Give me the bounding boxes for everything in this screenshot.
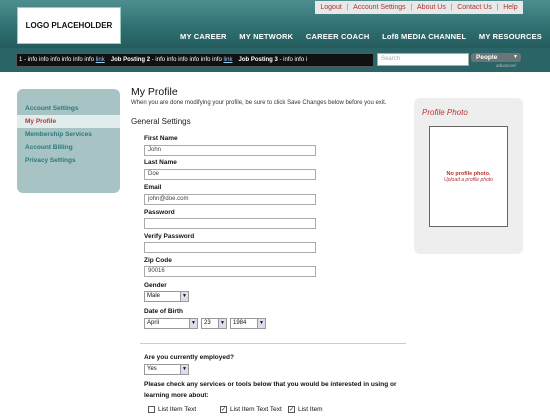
dob-day-select[interactable]: 23 ▼ bbox=[201, 318, 227, 329]
nav-my-network[interactable]: MY NETWORK bbox=[239, 32, 293, 41]
service-checkbox-3[interactable]: ✓ bbox=[288, 406, 295, 413]
ticker-item-3: Job Posting 3 - info info i bbox=[238, 57, 307, 63]
sidebar-item-my-profile[interactable]: My Profile bbox=[17, 115, 120, 128]
chevron-down-icon: ▼ bbox=[189, 319, 197, 328]
service-checkbox-1[interactable] bbox=[148, 406, 155, 413]
dob-month-value: April bbox=[147, 320, 160, 326]
main-content: My Profile When you are done modifying y… bbox=[131, 86, 407, 126]
first-name-label: First Name bbox=[144, 135, 178, 142]
profile-photo-title: Profile Photo bbox=[422, 108, 468, 117]
profile-photo-panel: Profile Photo No profile photo. Upload a… bbox=[414, 98, 523, 254]
ticker-text: - info info i bbox=[279, 57, 308, 63]
profile-photo-placeholder[interactable]: No profile photo. Upload a profile photo bbox=[429, 126, 508, 227]
dob-year-value: 1984 bbox=[233, 320, 247, 326]
separator: | bbox=[450, 4, 453, 11]
employed-select[interactable]: Yes ▼ bbox=[144, 364, 189, 375]
last-name-label: Last Name bbox=[144, 159, 177, 166]
nav-my-career[interactable]: MY CAREER bbox=[180, 32, 227, 41]
nav-media-channel[interactable]: Lof8 MEDIA CHANNEL bbox=[382, 32, 466, 41]
about-us-link[interactable]: About Us bbox=[417, 4, 446, 11]
ticker-text: - info info info info info info bbox=[151, 57, 222, 63]
page-title: My Profile bbox=[131, 86, 178, 98]
ticker-title: Job Posting 2 bbox=[110, 57, 151, 63]
upload-photo-link[interactable]: Upload a profile photo bbox=[444, 177, 493, 183]
sidebar-item-account-settings[interactable]: Account Settings bbox=[17, 102, 120, 115]
dob-year-select[interactable]: 1984 ▼ bbox=[230, 318, 266, 329]
gender-label: Gender bbox=[144, 282, 167, 289]
employment-question: Are you currently employed? bbox=[144, 354, 234, 361]
verify-password-field[interactable] bbox=[144, 242, 316, 253]
header: LOGO PLACEHOLDER Logout | Account Settin… bbox=[0, 0, 550, 48]
sidebar: Account Settings My Profile Membership S… bbox=[17, 89, 120, 193]
service-checkbox-3-label: List Item bbox=[298, 406, 323, 413]
ticker-item-1: 1 - info info info info info info link bbox=[19, 57, 105, 63]
search-scope-label: People bbox=[476, 54, 498, 61]
sidebar-item-membership-services[interactable]: Membership Services bbox=[17, 128, 120, 141]
search-scope-select[interactable]: People ▼ bbox=[471, 53, 521, 62]
email-field[interactable]: john@doe.com bbox=[144, 194, 316, 205]
service-checkbox-2-label: List Item Text Text bbox=[230, 406, 282, 413]
ticker-link[interactable]: link bbox=[223, 57, 232, 63]
nav-my-resources[interactable]: MY RESOURCES bbox=[479, 32, 542, 41]
dob-month-select[interactable]: April ▼ bbox=[144, 318, 198, 329]
account-settings-link[interactable]: Account Settings bbox=[353, 4, 406, 11]
logo[interactable]: LOGO PLACEHOLDER bbox=[17, 7, 121, 44]
employed-value: Yes bbox=[147, 366, 157, 372]
page-intro: When you are done modifying your profile… bbox=[131, 100, 387, 106]
first-name-field[interactable]: John bbox=[144, 145, 316, 156]
separator: | bbox=[496, 4, 499, 11]
email-label: Email bbox=[144, 184, 162, 191]
sidebar-item-privacy-settings[interactable]: Privacy Settings bbox=[17, 154, 120, 167]
divider bbox=[140, 343, 406, 344]
separator: | bbox=[410, 4, 413, 11]
dob-day-value: 23 bbox=[204, 320, 211, 326]
verify-password-label: Verify Password bbox=[144, 233, 195, 240]
gender-select[interactable]: Male ▼ bbox=[144, 291, 189, 302]
search-input[interactable]: Search bbox=[377, 53, 469, 66]
nav-career-coach[interactable]: CAREER COACH bbox=[306, 32, 370, 41]
zip-code-label: Zip Code bbox=[144, 257, 172, 264]
gender-value: Male bbox=[147, 293, 161, 299]
ticker-text: 1 - info info info info info info bbox=[19, 57, 95, 63]
advanced-search-link[interactable]: advanced bbox=[496, 63, 516, 68]
sidebar-item-account-billing[interactable]: Account Billing bbox=[17, 141, 120, 154]
logout-link[interactable]: Logout bbox=[320, 4, 341, 11]
chevron-down-icon: ▼ bbox=[180, 365, 188, 374]
top-links: Logout | Account Settings | About Us | C… bbox=[315, 1, 523, 14]
ticker-item-2: Job Posting 2 - info info info info info… bbox=[111, 57, 233, 63]
services-question-cont: learning more about: bbox=[144, 392, 209, 399]
zip-code-field[interactable]: 90016 bbox=[144, 266, 316, 277]
password-field[interactable] bbox=[144, 218, 316, 229]
separator: | bbox=[346, 4, 349, 11]
service-checkbox-2[interactable]: ✓ bbox=[220, 406, 227, 413]
section-title: General Settings bbox=[131, 117, 191, 126]
password-label: Password bbox=[144, 209, 175, 216]
ticker-bar: 1 - info info info info info info link J… bbox=[0, 48, 550, 72]
service-checkbox-1-label: List Item Text bbox=[158, 406, 197, 413]
ticker-title: Job Posting 3 bbox=[238, 57, 278, 63]
services-question: Please check any services or tools below… bbox=[144, 381, 397, 388]
last-name-field[interactable]: Doe bbox=[144, 169, 316, 180]
dob-label: Date of Birth bbox=[144, 308, 183, 315]
main-nav: MY CAREER MY NETWORK CAREER COACH Lof8 M… bbox=[180, 32, 542, 41]
chevron-down-icon: ▼ bbox=[513, 54, 518, 60]
job-ticker: 1 - info info info info info info link J… bbox=[16, 53, 374, 67]
chevron-down-icon: ▼ bbox=[180, 292, 188, 301]
contact-us-link[interactable]: Contact Us bbox=[457, 4, 492, 11]
ticker-link[interactable]: link bbox=[96, 57, 105, 63]
chevron-down-icon: ▼ bbox=[257, 319, 265, 328]
chevron-down-icon: ▼ bbox=[218, 319, 226, 328]
help-link[interactable]: Help bbox=[503, 4, 517, 11]
